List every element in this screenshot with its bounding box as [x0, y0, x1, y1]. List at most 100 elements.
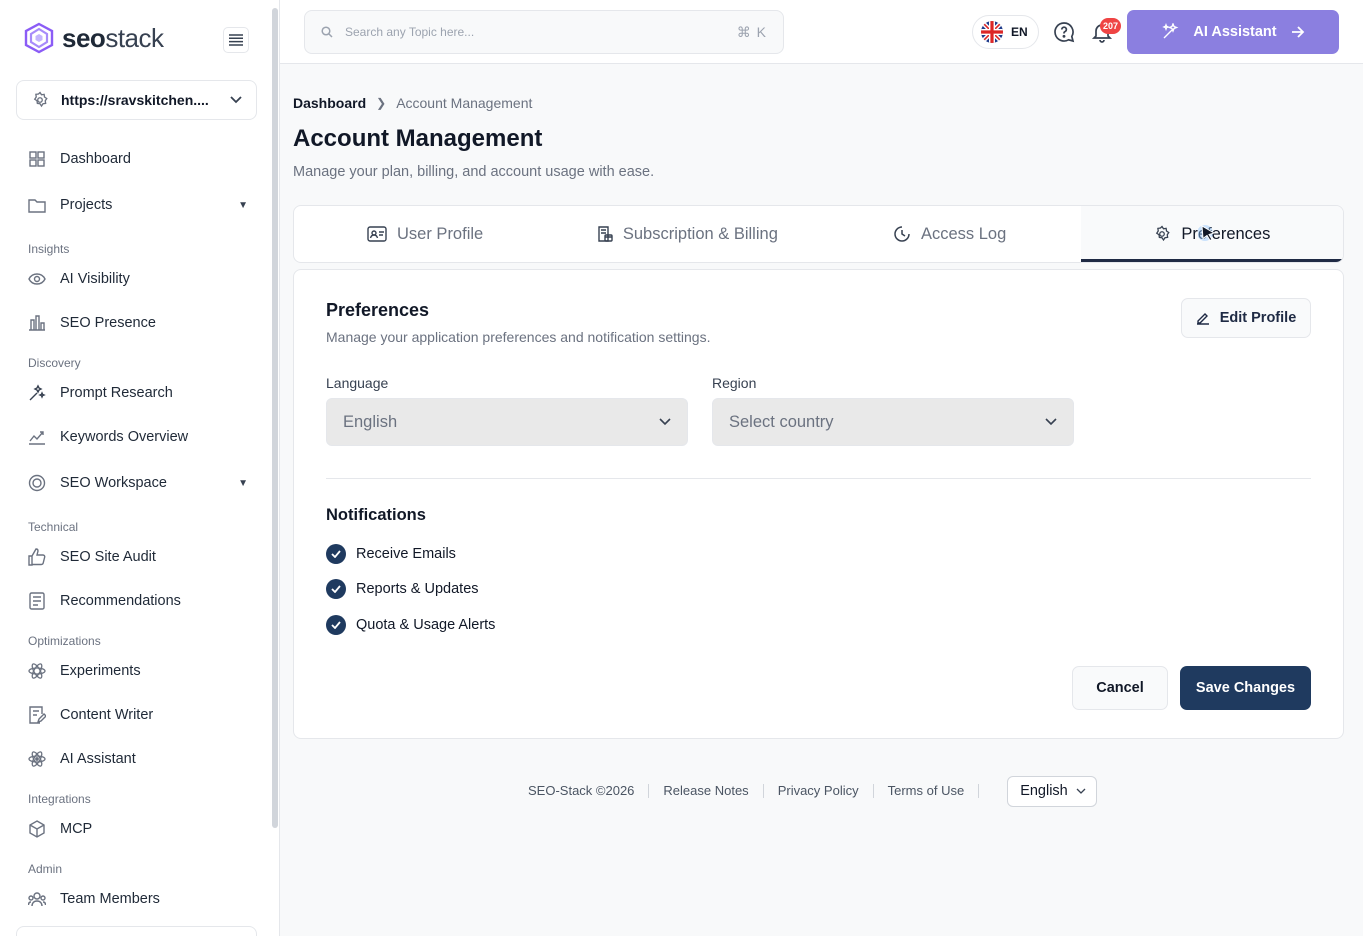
sidebar-item-recommendations[interactable]: Recommendations: [28, 592, 248, 610]
region-label: Region: [712, 375, 757, 391]
team-icon: [28, 890, 46, 908]
sidebar-item-content-writer[interactable]: Content Writer: [28, 706, 248, 724]
sidebar-item-ai-visibility[interactable]: AI Visibility: [28, 270, 248, 288]
account-tabs: User Profile Subscription & Billing Acce…: [293, 205, 1344, 263]
sidebar-item-seo-presence[interactable]: SEO Presence: [28, 314, 248, 332]
sidebar: seostack https://sravskitchen.... Dashbo…: [0, 0, 280, 936]
sidebar-item-team-members[interactable]: Team Members: [28, 890, 248, 908]
sidebar-item-label: SEO Workspace: [60, 475, 167, 491]
target-icon: [28, 474, 46, 492]
check-icon: [326, 615, 346, 635]
logo[interactable]: seostack: [24, 22, 164, 54]
sparkle-wand-icon: [1162, 23, 1179, 39]
breadcrumb-current: Account Management: [396, 95, 533, 111]
sidebar-item-label: MCP: [60, 821, 93, 837]
footer-link-privacy-policy[interactable]: Privacy Policy: [764, 784, 874, 798]
chevron-down-icon: [1045, 418, 1057, 426]
footer-link-terms-of-use[interactable]: Terms of Use: [874, 784, 980, 798]
tab-user-profile[interactable]: User Profile: [294, 206, 556, 262]
logo-icon: [24, 22, 54, 54]
sidebar-item-label: AI Assistant: [60, 751, 136, 767]
region-select[interactable]: Select country: [712, 398, 1074, 446]
breadcrumb-root[interactable]: Dashboard: [293, 95, 366, 111]
footer-language-select[interactable]: English: [1007, 775, 1097, 807]
tab-label: Preferences: [1181, 224, 1271, 243]
section-divider: [326, 478, 1311, 479]
card-subtitle: Manage your application preferences and …: [326, 329, 711, 345]
card-title: Preferences: [326, 300, 430, 320]
folder-icon: [28, 196, 46, 214]
checkbox-label: Quota & Usage Alerts: [356, 617, 496, 633]
sidebar-item-seo-workspace[interactable]: SEO Workspace ▼: [28, 474, 248, 492]
sidebar-item-label: AI Visibility: [60, 271, 130, 287]
nav-group-discovery: Discovery: [28, 356, 81, 370]
search-shortcut: ⌘ K: [736, 23, 767, 40]
cancel-button[interactable]: Cancel: [1072, 666, 1168, 710]
pencil-icon: [1196, 313, 1209, 325]
footer-link-release-notes[interactable]: Release Notes: [649, 784, 764, 798]
check-icon: [326, 544, 346, 564]
sidebar-item-seo-site-audit[interactable]: SEO Site Audit: [28, 548, 248, 566]
sidebar-item-label: Team Members: [60, 891, 160, 907]
sidebar-item-experiments[interactable]: Experiments: [28, 662, 248, 680]
sidebar-item-projects[interactable]: Projects ▼: [28, 196, 248, 214]
region-select-placeholder: Select country: [729, 412, 834, 431]
thumbs-up-icon: [28, 548, 46, 566]
menu-icon: [229, 34, 243, 46]
bar-chart-icon: [28, 314, 46, 332]
trend-up-icon: [28, 428, 46, 446]
atom-icon: [28, 662, 46, 680]
tab-label: User Profile: [397, 224, 484, 243]
mouse-cursor-icon: [1198, 225, 1216, 242]
tab-access-log[interactable]: Access Log: [819, 206, 1081, 262]
sidebar-item-dashboard[interactable]: Dashboard: [28, 150, 248, 168]
site-selector-value: https://sravskitchen....: [61, 92, 209, 108]
nav-group-technical: Technical: [28, 520, 79, 534]
edit-document-icon: [28, 706, 46, 724]
sidebar-item-label: Keywords Overview: [60, 429, 189, 445]
breadcrumb: Dashboard ❯ Account Management: [293, 95, 532, 111]
nav-group-integrations: Integrations: [28, 792, 91, 806]
sidebar-item-ai-assistant[interactable]: AI Assistant: [28, 750, 248, 768]
tab-subscription-billing[interactable]: Subscription & Billing: [556, 206, 818, 262]
ai-assistant-label: AI Assistant: [1193, 24, 1277, 40]
search-bar[interactable]: Search any Topic here... ⌘ K: [304, 10, 784, 54]
language-switcher[interactable]: EN: [972, 15, 1039, 49]
sidebar-item-mcp[interactable]: MCP: [28, 820, 248, 838]
checkbox-receive-emails[interactable]: Receive Emails: [326, 544, 456, 564]
help-icon[interactable]: [1052, 20, 1076, 44]
caret-down-icon: ▼: [238, 199, 248, 211]
preferences-card: Preferences Manage your application pref…: [293, 269, 1344, 739]
nav-group-admin: Admin: [28, 862, 63, 876]
cube-icon: [28, 820, 46, 838]
footer-language-value: English: [1020, 783, 1068, 799]
history-icon: [894, 226, 910, 242]
nav-group-optimizations: Optimizations: [28, 634, 101, 648]
language-label: Language: [326, 375, 389, 391]
ai-assistant-button[interactable]: AI Assistant: [1127, 10, 1339, 54]
language-code: EN: [1011, 25, 1028, 39]
footer-copyright: SEO-Stack ©2026: [528, 784, 650, 798]
chevron-down-icon: [659, 418, 671, 426]
sidebar-toggle-button[interactable]: [223, 27, 249, 53]
eye-icon: [28, 270, 46, 288]
sidebar-item-label: Dashboard: [60, 151, 131, 167]
logo-text: seostack: [62, 22, 164, 53]
edit-profile-button[interactable]: Edit Profile: [1181, 298, 1311, 338]
sidebar-item-label: SEO Presence: [60, 315, 156, 331]
sidebar-item-label: Prompt Research: [60, 385, 173, 401]
checkbox-reports-updates[interactable]: Reports & Updates: [326, 579, 479, 599]
checkbox-label: Reports & Updates: [356, 581, 479, 597]
sidebar-scrollbar[interactable]: [272, 8, 278, 828]
sidebar-item-prompt-research[interactable]: Prompt Research: [28, 384, 248, 402]
save-changes-button[interactable]: Save Changes: [1180, 666, 1311, 710]
notifications-title: Notifications: [326, 506, 426, 524]
checkbox-quota-alerts[interactable]: Quota & Usage Alerts: [326, 615, 495, 635]
sidebar-item-keywords-overview[interactable]: Keywords Overview: [28, 428, 248, 446]
sidebar-item-label: Projects: [60, 197, 113, 213]
gear-icon: [1156, 225, 1171, 242]
search-input[interactable]: Search any Topic here...: [345, 25, 725, 39]
caret-down-icon: ▼: [238, 477, 248, 489]
site-selector[interactable]: https://sravskitchen....: [16, 80, 257, 120]
language-select[interactable]: English: [326, 398, 688, 446]
